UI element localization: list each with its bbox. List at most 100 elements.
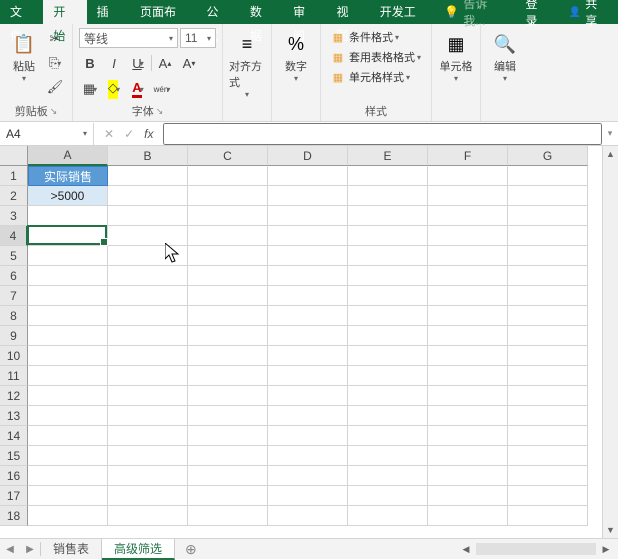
scroll-down-button[interactable]: ▼	[603, 522, 618, 538]
cell-E17[interactable]	[348, 486, 428, 506]
cell-E4[interactable]	[348, 226, 428, 246]
cell-D1[interactable]	[268, 166, 348, 186]
italic-button[interactable]: I	[103, 52, 125, 74]
cell-F17[interactable]	[428, 486, 508, 506]
col-header-A[interactable]: A	[28, 146, 108, 166]
cell-B17[interactable]	[108, 486, 188, 506]
cell-F4[interactable]	[428, 226, 508, 246]
cell-B14[interactable]	[108, 426, 188, 446]
cell-B16[interactable]	[108, 466, 188, 486]
cell-A9[interactable]	[28, 326, 108, 346]
row-header-11[interactable]: 11	[0, 366, 28, 386]
cell-A13[interactable]	[28, 406, 108, 426]
tab-formulas[interactable]: 公式	[197, 0, 240, 24]
cell-B11[interactable]	[108, 366, 188, 386]
h-scroll-track[interactable]	[476, 543, 596, 555]
cell-B12[interactable]	[108, 386, 188, 406]
cell-C17[interactable]	[188, 486, 268, 506]
cell-G8[interactable]	[508, 306, 588, 326]
cell-A14[interactable]	[28, 426, 108, 446]
cell-B18[interactable]	[108, 506, 188, 526]
cell-B1[interactable]	[108, 166, 188, 186]
cell-G10[interactable]	[508, 346, 588, 366]
cell-E3[interactable]	[348, 206, 428, 226]
cell-G6[interactable]	[508, 266, 588, 286]
cell-D16[interactable]	[268, 466, 348, 486]
row-header-15[interactable]: 15	[0, 446, 28, 466]
col-header-F[interactable]: F	[428, 146, 508, 166]
cell-F12[interactable]	[428, 386, 508, 406]
borders-button[interactable]: ▦▾	[79, 78, 101, 100]
cell-C15[interactable]	[188, 446, 268, 466]
cell-styles-button[interactable]: ▦单元格样式 ▾	[327, 68, 425, 86]
tab-review[interactable]: 审阅	[283, 0, 326, 24]
cell-D7[interactable]	[268, 286, 348, 306]
name-box[interactable]: A4▾	[0, 123, 94, 145]
cell-A1[interactable]: 实际销售	[28, 166, 108, 186]
cell-G4[interactable]	[508, 226, 588, 246]
paste-button[interactable]: 📋 粘贴 ▾	[6, 28, 42, 83]
cell-F16[interactable]	[428, 466, 508, 486]
cell-A5[interactable]	[28, 246, 108, 266]
cell-B2[interactable]	[108, 186, 188, 206]
cell-E10[interactable]	[348, 346, 428, 366]
cell-B10[interactable]	[108, 346, 188, 366]
cell-A16[interactable]	[28, 466, 108, 486]
row-header-7[interactable]: 7	[0, 286, 28, 306]
cell-F9[interactable]	[428, 326, 508, 346]
cell-D6[interactable]	[268, 266, 348, 286]
cell-A10[interactable]	[28, 346, 108, 366]
cell-F3[interactable]	[428, 206, 508, 226]
cell-E13[interactable]	[348, 406, 428, 426]
cell-C4[interactable]	[188, 226, 268, 246]
font-size-combo[interactable]: 11▾	[180, 28, 216, 48]
cell-E9[interactable]	[348, 326, 428, 346]
cell-F2[interactable]	[428, 186, 508, 206]
cell-G2[interactable]	[508, 186, 588, 206]
cell-G7[interactable]	[508, 286, 588, 306]
cell-C14[interactable]	[188, 426, 268, 446]
cell-F10[interactable]	[428, 346, 508, 366]
cell-C18[interactable]	[188, 506, 268, 526]
fx-button[interactable]: fx	[144, 127, 153, 141]
cell-G13[interactable]	[508, 406, 588, 426]
cell-D10[interactable]	[268, 346, 348, 366]
row-header-18[interactable]: 18	[0, 506, 28, 526]
cell-F8[interactable]	[428, 306, 508, 326]
new-sheet-button[interactable]: ⊕	[175, 541, 207, 558]
col-header-G[interactable]: G	[508, 146, 588, 166]
row-header-5[interactable]: 5	[0, 246, 28, 266]
cell-B3[interactable]	[108, 206, 188, 226]
cell-F5[interactable]	[428, 246, 508, 266]
underline-button[interactable]: U▾	[127, 52, 149, 74]
row-header-4[interactable]: 4	[0, 226, 28, 246]
cell-C12[interactable]	[188, 386, 268, 406]
row-header-17[interactable]: 17	[0, 486, 28, 506]
cell-A12[interactable]	[28, 386, 108, 406]
cancel-formula-button[interactable]: ✕	[104, 127, 114, 141]
col-header-E[interactable]: E	[348, 146, 428, 166]
scroll-track[interactable]	[603, 162, 618, 522]
cell-G1[interactable]	[508, 166, 588, 186]
cell-C11[interactable]	[188, 366, 268, 386]
cell-D11[interactable]	[268, 366, 348, 386]
cell-G11[interactable]	[508, 366, 588, 386]
tab-page-layout[interactable]: 页面布局	[130, 0, 197, 24]
cell-E16[interactable]	[348, 466, 428, 486]
cell-C8[interactable]	[188, 306, 268, 326]
phonetic-button[interactable]: wén▾	[151, 78, 173, 100]
share-button[interactable]: 共享	[559, 0, 618, 29]
font-color-button[interactable]: A▾	[127, 78, 149, 100]
vertical-scrollbar[interactable]: ▲ ▼	[602, 146, 618, 538]
cell-D17[interactable]	[268, 486, 348, 506]
accept-formula-button[interactable]: ✓	[124, 127, 134, 141]
cell-B15[interactable]	[108, 446, 188, 466]
cell-C3[interactable]	[188, 206, 268, 226]
font-launcher[interactable]: ↘	[156, 106, 164, 117]
cell-E12[interactable]	[348, 386, 428, 406]
cell-A6[interactable]	[28, 266, 108, 286]
row-header-10[interactable]: 10	[0, 346, 28, 366]
scroll-right-button[interactable]: ▶	[598, 544, 614, 555]
row-header-8[interactable]: 8	[0, 306, 28, 326]
cell-F11[interactable]	[428, 366, 508, 386]
